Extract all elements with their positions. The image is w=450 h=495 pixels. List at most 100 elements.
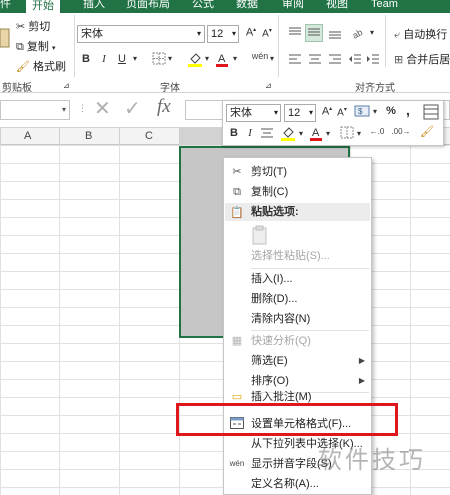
svg-text:A: A [312,127,320,139]
menu-item-filter[interactable]: 筛选(E) ▶ [224,351,371,371]
align-center-icon[interactable] [308,53,322,68]
menu-item-cut[interactable]: ✂ 剪切(T) [224,162,371,182]
group-divider [385,15,386,67]
mini-italic-button[interactable]: I [244,127,256,139]
menu-item-insert-comment[interactable]: ▭ 插入批注(M) [224,390,371,404]
dialog-launcher-icon[interactable]: ⊿ [63,81,70,90]
mini-size-box[interactable]: 12 ▾ [284,104,316,122]
chevron-down-icon[interactable]: ▾ [297,129,305,138]
tab-file[interactable]: 件 [0,0,11,10]
column-a-header[interactable]: A [24,130,31,142]
mini-size-value: 12 [288,107,301,119]
mini-border-icon[interactable] [340,126,354,142]
font-name-box[interactable]: 宋体 ▾ [77,25,205,43]
decrease-indent-icon[interactable] [348,53,362,68]
tab-team[interactable]: Team [371,0,398,10]
percent-style-button[interactable]: % [385,105,397,117]
cut-button[interactable]: ✂ 剪切 [16,18,50,34]
chevron-down-icon[interactable]: ▾ [368,28,376,37]
align-left-icon[interactable] [288,53,302,68]
menu-item-label: 定义名称(A)... [251,478,319,490]
italic-button[interactable]: I [98,53,110,65]
grow-font-button[interactable]: A▴ [244,26,258,39]
mini-fill-color-icon[interactable] [280,125,296,144]
menu-item-define-name[interactable]: 定义名称(A)... [224,474,371,494]
mini-bold-button[interactable]: B [228,127,240,139]
menu-item-delete[interactable]: 删除(D)... [224,289,371,309]
wrap-text-icon: ⤶ [394,29,401,41]
grid-line [59,145,60,495]
menu-item-copy[interactable]: ⧉ 复制(C) [224,182,371,202]
grow-font-icon[interactable]: A▴ [321,105,333,118]
name-box[interactable]: ▾ [0,100,70,120]
tab-view[interactable]: 视图 [326,0,348,10]
column-c-header[interactable]: C [145,130,153,142]
wrap-text-button[interactable]: ⤶ 自动换行 [394,26,447,42]
clipboard-icon: 📋 [230,207,244,219]
mini-font-box[interactable]: 宋体 ▾ [226,104,281,122]
bold-button[interactable]: B [80,53,92,65]
tab-formulas[interactable]: 公式 [192,0,214,10]
increase-decimal-icon[interactable]: ←.0 [367,127,387,136]
cancel-icon[interactable]: ✕ [94,96,111,121]
grid-line [119,145,120,495]
svg-text:ab: ab [351,27,364,39]
menu-item-paste-special[interactable]: 选择性粘贴(S)... [224,246,371,266]
align-bottom-icon[interactable] [328,26,342,43]
chevron-down-icon[interactable]: ▾ [231,54,239,63]
menu-item-clear-contents[interactable]: 清除内容(N) [224,309,371,329]
chevron-down-icon[interactable]: ▾ [371,107,379,116]
underline-button[interactable]: U [116,53,128,65]
mini-toolbar: 宋体 ▾ 12 ▾ A▴ A▾ $ ▾ % , B I ▾ A ▾ ▾ ←.0 … [222,100,444,146]
mini-font-color-icon[interactable]: A [309,125,323,144]
font-size-box[interactable]: 12 ▾ [207,25,239,43]
group-label-alignment: 对齐方式 [355,83,395,94]
chevron-down-icon[interactable]: ▾ [203,54,211,63]
align-middle-icon[interactable] [305,24,323,42]
orientation-icon[interactable]: ab [351,25,367,42]
scissors-icon: ✂ [16,21,26,33]
chevron-down-icon[interactable]: ▾ [324,129,332,138]
menu-item-sort[interactable]: 排序(O) ▶ [224,371,371,391]
chevron-down-icon[interactable]: ▾ [268,54,276,63]
chevron-down-icon[interactable]: ▾ [131,54,139,63]
mini-format-painter-icon[interactable]: 🖌 [419,125,435,138]
align-top-icon[interactable] [288,26,302,43]
font-color-icon[interactable]: A [215,51,229,70]
comma-style-button[interactable]: , [403,102,413,118]
menu-item-quick-analysis[interactable]: ▦ 快速分析(Q) [224,331,371,351]
format-table-icon[interactable] [423,104,439,123]
tab-data[interactable]: 数据 [236,0,258,10]
group-divider [74,15,75,77]
watermark-text: 软件技巧 [318,446,426,474]
insert-function-icon[interactable]: fx [157,96,171,118]
dialog-launcher-icon[interactable]: ⊿ [265,81,272,90]
tab-insert[interactable]: 插入 [83,0,105,10]
merge-center-button[interactable]: ⊞ 合并后居 [394,51,450,67]
mini-align-center-icon[interactable] [260,126,274,143]
number-format-icon[interactable]: $ [354,104,370,121]
menu-item-label: 筛选(E) [251,355,288,367]
chevron-down-icon[interactable]: ▾ [166,54,174,63]
decrease-decimal-icon[interactable]: .00→ [391,127,411,136]
drag-handle-icon[interactable]: ⋮ [78,103,88,114]
paste-option-icon[interactable] [251,224,271,246]
copy-button[interactable]: ⧉ 复制 ▾ [16,38,56,54]
enter-icon[interactable]: ✓ [124,96,141,121]
align-right-icon[interactable] [328,53,342,68]
shrink-font-icon[interactable]: A▾ [336,106,348,118]
tab-page-layout[interactable]: 页面布局 [126,0,170,10]
svg-text:A: A [218,53,226,65]
menu-item-insert[interactable]: 插入(I)... [224,269,371,289]
tab-home[interactable]: 开始 [26,0,60,13]
column-b-header[interactable]: B [85,130,92,142]
tab-review[interactable]: 审阅 [282,0,304,10]
chevron-down-icon[interactable]: ▾ [355,129,363,138]
menu-item-label: 排序(O) [251,375,289,387]
shrink-font-button[interactable]: A▾ [260,27,274,39]
fill-color-icon[interactable] [187,51,203,70]
phonetic-icon[interactable]: wén [251,51,269,61]
format-painter-button[interactable]: 🖌 格式刷 [16,58,66,74]
increase-indent-icon[interactable] [366,53,380,68]
paste-icon[interactable] [0,25,10,51]
